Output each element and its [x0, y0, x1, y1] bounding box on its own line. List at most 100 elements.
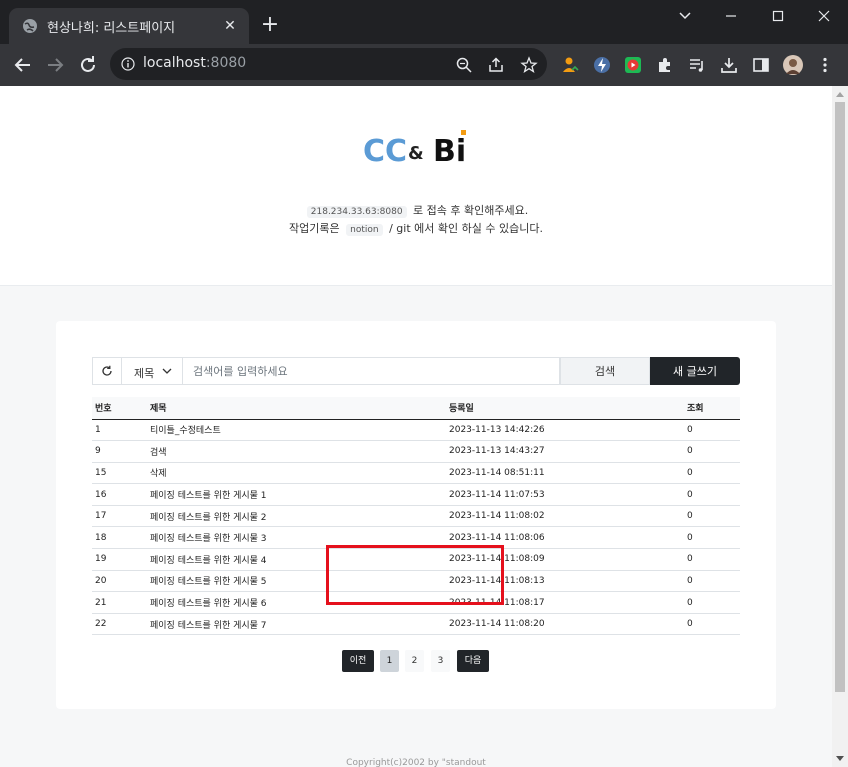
- header-views: 조회: [684, 397, 740, 420]
- cell-views: 0: [684, 570, 740, 593]
- work-log-suffix: / git 에서 확인 하실 수 있습니다.: [389, 222, 543, 235]
- board-card: 제목 검색 새 글쓰기 번호 제목 등록일 조회 1티이틀_수정테스트2023-…: [56, 321, 776, 709]
- notion-code[interactable]: notion: [346, 224, 383, 236]
- close-tab-icon[interactable]: ✕: [221, 17, 239, 35]
- close-window-icon[interactable]: [813, 6, 835, 26]
- chevron-down-icon: [162, 368, 172, 374]
- scroll-thumb[interactable]: [835, 102, 845, 692]
- cell-no: 21: [92, 591, 147, 614]
- extension-person-icon[interactable]: [560, 55, 580, 75]
- table-row[interactable]: 1 티이틀_수정테스트 2023-11-13 14:42:26 0: [92, 419, 740, 442]
- cell-no: 22: [92, 613, 147, 636]
- bookmark-star-icon[interactable]: [520, 56, 538, 74]
- zoom-icon[interactable]: [455, 56, 473, 74]
- table-row[interactable]: 17 페이징 테스트를 위한 게시물 2 2023-11-14 11:08:02 0: [92, 505, 740, 528]
- cell-title[interactable]: 삭제: [147, 462, 446, 485]
- side-panel-icon[interactable]: [751, 55, 771, 75]
- share-icon[interactable]: [487, 56, 505, 74]
- cell-views: 0: [684, 505, 740, 528]
- cell-views: 0: [684, 483, 740, 506]
- cell-views: 0: [684, 591, 740, 614]
- search-field-value: 제목: [134, 367, 155, 380]
- search-button[interactable]: 검색: [560, 357, 650, 385]
- cell-no: 15: [92, 462, 147, 485]
- prev-page-button[interactable]: 이전: [342, 650, 374, 672]
- cell-title[interactable]: 페이징 테스트를 위한 게시물 2: [147, 505, 446, 528]
- refresh-button[interactable]: [92, 357, 121, 385]
- cell-date: 2023-11-13 14:43:27: [446, 440, 684, 463]
- cell-views: 0: [684, 462, 740, 485]
- tab-search-chevron-icon[interactable]: [674, 6, 696, 26]
- header-date: 등록일: [446, 397, 684, 420]
- minimize-icon[interactable]: [720, 6, 742, 26]
- work-log-prefix: 작업기록은: [289, 222, 340, 235]
- url-text[interactable]: localhost:8080: [143, 55, 246, 71]
- cell-date: 2023-11-14 11:07:53: [446, 483, 684, 506]
- svg-text:CC: CC: [363, 134, 407, 168]
- browser-tab-bar: 현상나희: 리스트페이지 ✕ +: [0, 0, 848, 44]
- header-no: 번호: [92, 397, 147, 420]
- page-button-3[interactable]: 3: [431, 650, 450, 672]
- page-scrollbar[interactable]: [832, 86, 848, 767]
- site-logo: CC & Bi: [363, 130, 466, 168]
- cell-no: 9: [92, 440, 147, 463]
- tab-title: 현상나희: 리스트페이지: [47, 21, 176, 36]
- header-title: 제목: [147, 397, 446, 420]
- cell-date: 2023-11-14 11:08:20: [446, 613, 684, 636]
- maximize-icon[interactable]: [767, 6, 789, 26]
- scroll-down-arrow-icon[interactable]: [836, 756, 844, 761]
- reload-icon[interactable]: [76, 53, 100, 77]
- extension-play-icon[interactable]: [623, 55, 643, 75]
- hero-section: CC & Bi 218.234.33.63:8080 로 접속 후 확인해주세요…: [0, 86, 832, 286]
- cell-date: 2023-11-14 08:51:11: [446, 462, 684, 485]
- annotation-highlight-box: [326, 545, 504, 605]
- table-header-row: 번호 제목 등록일 조회: [92, 397, 740, 420]
- search-input[interactable]: [182, 357, 560, 385]
- access-notice: 218.234.33.63:8080 로 접속 후 확인해주세요.: [0, 202, 832, 218]
- browser-toolbar: localhost:8080: [0, 44, 848, 86]
- media-queue-icon[interactable]: [687, 55, 707, 75]
- cell-title[interactable]: 페이징 테스트를 위한 게시물 1: [147, 483, 446, 506]
- svg-text:&: &: [408, 143, 424, 164]
- table-row[interactable]: 22 페이징 테스트를 위한 게시물 7 2023-11-14 11:08:20 0: [92, 613, 740, 636]
- svg-text:Bi: Bi: [433, 134, 466, 168]
- cell-date: 2023-11-14 11:08:02: [446, 505, 684, 528]
- new-tab-icon[interactable]: +: [258, 13, 282, 37]
- cell-views: 0: [684, 526, 740, 550]
- cell-title[interactable]: 티이틀_수정테스트: [147, 419, 446, 442]
- cell-no: 16: [92, 483, 147, 506]
- ip-address-code: 218.234.33.63:8080: [306, 206, 407, 218]
- page-button-2[interactable]: 2: [405, 650, 424, 672]
- new-post-button[interactable]: 새 글쓰기: [650, 357, 740, 385]
- table-row[interactable]: 15 삭제 2023-11-14 08:51:11 0: [92, 462, 740, 485]
- page-button-1[interactable]: 1: [380, 650, 399, 672]
- extensions-puzzle-icon[interactable]: [655, 55, 675, 75]
- cell-no: 1: [92, 419, 147, 442]
- download-icon[interactable]: [719, 55, 739, 75]
- cell-views: 0: [684, 440, 740, 463]
- page-viewport: CC & Bi 218.234.33.63:8080 로 접속 후 확인해주세요…: [0, 86, 832, 767]
- cell-title[interactable]: 페이징 테스트를 위한 게시물 7: [147, 613, 446, 636]
- scroll-up-arrow-icon[interactable]: [836, 92, 844, 97]
- profile-avatar[interactable]: [783, 55, 803, 75]
- more-menu-icon[interactable]: [815, 55, 835, 75]
- site-info-icon[interactable]: [121, 57, 135, 71]
- back-icon[interactable]: [11, 53, 35, 77]
- next-page-button[interactable]: 다음: [457, 650, 489, 672]
- search-field-select[interactable]: 제목: [121, 357, 182, 385]
- forward-icon[interactable]: [43, 53, 67, 77]
- cell-title[interactable]: 검색: [147, 440, 446, 463]
- cell-no: 19: [92, 548, 147, 571]
- browser-tab[interactable]: 현상나희: 리스트페이지 ✕: [9, 8, 249, 44]
- access-notice-text: 로 접속 후 확인해주세요.: [413, 204, 529, 217]
- cell-no: 20: [92, 570, 147, 593]
- extension-bolt-icon[interactable]: [592, 55, 612, 75]
- address-bar[interactable]: localhost:8080: [110, 48, 547, 80]
- cell-views: 0: [684, 419, 740, 442]
- footer-copyright: Copyright(c)2002 by "standout: [346, 758, 486, 767]
- table-row[interactable]: 16 페이징 테스트를 위한 게시물 1 2023-11-14 11:07:53 0: [92, 483, 740, 506]
- table-row[interactable]: 9 검색 2023-11-13 14:43:27 0: [92, 440, 740, 463]
- refresh-icon: [102, 365, 112, 376]
- cell-views: 0: [684, 548, 740, 571]
- work-log-notice: 작업기록은 notion / git 에서 확인 하실 수 있습니다.: [0, 220, 832, 236]
